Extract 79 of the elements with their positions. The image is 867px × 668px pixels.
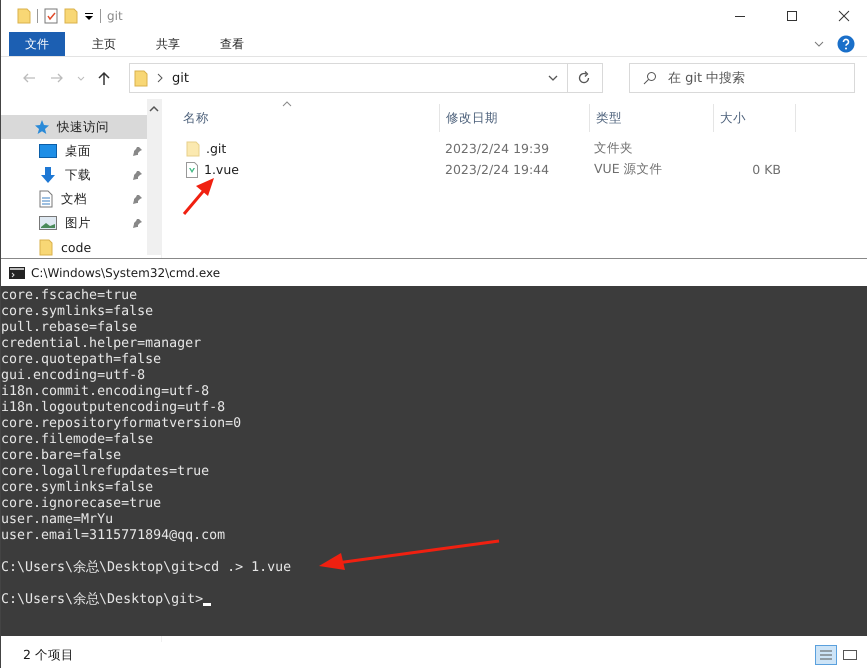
table-cell-text: VUE 源文件 (593, 161, 664, 178)
console-line: i18n.commit.encoding=utf-8 (1, 384, 210, 400)
pin-icon[interactable] (133, 194, 143, 204)
ribbon-tab[interactable]: 共享 (143, 32, 193, 56)
column-header[interactable]: 大小 (714, 104, 796, 132)
file-icon (186, 162, 198, 178)
console-line: user.email=3115771894@qq.com (1, 528, 226, 544)
download-icon (39, 166, 57, 184)
picture-icon (39, 216, 57, 230)
table-cell-text: 2023/2/24 19:39 (444, 141, 550, 156)
console-line: gui.encoding=utf-8 (1, 368, 146, 384)
sidebar-label: 桌面 (65, 142, 91, 160)
sidebar-item[interactable]: 桌面 (1, 139, 147, 163)
ribbon-tab[interactable]: 主页 (79, 32, 129, 56)
help-icon[interactable] (837, 35, 855, 53)
console-line: pull.rebase=false (1, 320, 138, 336)
item-count: 2 个项目 (23, 646, 74, 664)
console-line: C:\Users\余总\Desktop\git>cd .> 1.vue (1, 560, 292, 576)
address-path: git (172, 70, 189, 86)
details-view-icon[interactable] (815, 645, 837, 665)
scroll-up-icon[interactable] (149, 105, 159, 113)
console-line: core.bare=false (1, 448, 122, 464)
folder-icon (134, 69, 148, 87)
console-line: core.logallrefupdates=true (1, 464, 210, 480)
sidebar-item[interactable]: code (1, 235, 147, 259)
console-line: core.symlinks=false (1, 480, 154, 496)
scrollbar[interactable] (147, 99, 161, 255)
console-line: i18n.logoutputencoding=utf-8 (1, 400, 226, 416)
console-line: core.symlinks=false (1, 304, 154, 320)
console-icon (9, 266, 25, 278)
pin-icon[interactable] (133, 170, 143, 180)
console-line: core.filemode=false (1, 432, 154, 448)
document-icon (39, 190, 53, 208)
window-title: git (107, 9, 123, 23)
sidebar-label: 图片 (65, 214, 91, 232)
console-line: core.repositoryformatversion=0 (1, 416, 242, 432)
console-line: credential.helper=manager (1, 336, 202, 352)
pin-icon[interactable] (133, 218, 143, 228)
address-bar[interactable]: git (129, 63, 603, 93)
sidebar-item[interactable]: 图片 (1, 211, 147, 235)
file-name[interactable]: 1.vue (204, 162, 239, 177)
sidebar-item[interactable]: 文档 (1, 187, 147, 211)
console-line: C:\Users\余总\Desktop\git> (1, 592, 204, 608)
dropdown-icon[interactable] (547, 73, 559, 83)
search-field[interactable]: 在 git 中搜索 (629, 63, 855, 93)
column-header[interactable]: 类型 (590, 104, 714, 132)
text-cursor (203, 603, 212, 606)
table-cell-text: 0 KB (751, 162, 781, 177)
console-line: core.ignorecase=true (1, 496, 162, 512)
desktop-icon (39, 144, 57, 158)
sidebar-item[interactable]: 快速访问 (1, 115, 147, 139)
sidebar-label: code (61, 240, 92, 254)
table-cell-text: 文件夹 (593, 140, 634, 157)
sidebar-item[interactable]: 下载 (1, 163, 147, 187)
search-icon (643, 71, 657, 85)
column-header[interactable]: 名称 (182, 104, 440, 132)
up-icon[interactable] (97, 70, 111, 86)
file-name[interactable]: .git (206, 141, 226, 156)
folder-icon (39, 238, 53, 256)
console-line: user.name=MrYu (1, 512, 114, 528)
sidebar-label: 下载 (65, 166, 91, 184)
pin-icon[interactable] (133, 146, 143, 156)
sort-icon (282, 101, 292, 107)
chevron-icon (156, 73, 164, 83)
expand-ribbon-icon[interactable] (813, 39, 825, 49)
sidebar-label: 文档 (61, 190, 87, 208)
star-icon (33, 119, 49, 135)
properties-icon[interactable] (44, 8, 58, 24)
console-line: core.quotepath=false (1, 352, 162, 368)
refresh-icon[interactable] (576, 70, 592, 86)
table-cell-text: 2023/2/24 19:44 (444, 162, 550, 177)
ribbon-tab[interactable]: 文件 (9, 32, 65, 56)
column-header[interactable]: 修改日期 (440, 104, 590, 132)
folder-icon (17, 8, 31, 24)
ribbon-tab[interactable]: 查看 (207, 32, 257, 56)
sidebar-label: 快速访问 (57, 118, 109, 136)
folder-icon (186, 140, 200, 156)
console-title: C:\Windows\System32\cmd.exe (31, 266, 220, 280)
console-line: core.fscache=true (1, 288, 138, 304)
